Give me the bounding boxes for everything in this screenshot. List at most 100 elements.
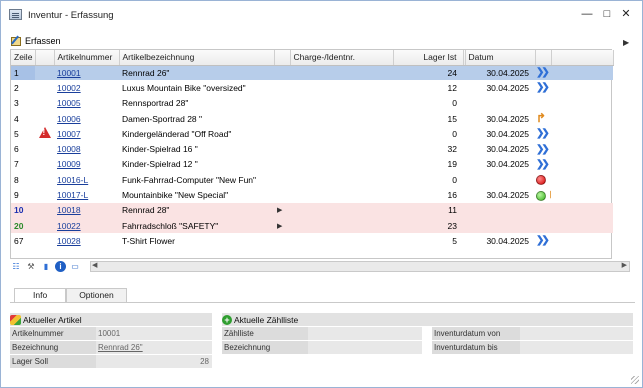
double-arrow-right-icon[interactable]: ❯❯ — [536, 128, 550, 139]
table-row[interactable]: 20 10022 Fahrradschloß "SAFETY" ▶ 23 — [11, 217, 613, 234]
horizontal-scrollbar[interactable]: ◀ ▶ — [90, 261, 630, 272]
artikelnummer-link[interactable]: 10009 — [57, 159, 81, 169]
cell-charge[interactable] — [290, 141, 393, 156]
artikelnummer-link[interactable]: 10005 — [57, 98, 81, 108]
cell-artikelnummer[interactable]: 10007 — [54, 126, 119, 141]
cell-lager-ist[interactable]: 23 — [393, 217, 463, 234]
cell-marker[interactable] — [274, 65, 290, 81]
col-header-artikelnummer[interactable]: Artikelnummer — [54, 50, 120, 66]
cell-marker[interactable] — [274, 233, 290, 248]
cell-artikelnummer[interactable]: 10002 — [54, 80, 119, 95]
table-row[interactable]: 5 10007 Kindergeländerad "Off Road" 0 30.04.… — [11, 126, 613, 141]
table-row[interactable]: 67 10028 T-Shirt Flower 5 30.04.2025 ❯❯ — [11, 233, 613, 248]
field-value-link[interactable]: Rennrad 26" — [96, 341, 212, 354]
double-arrow-right-icon[interactable]: ❯❯ — [536, 235, 550, 246]
table-row[interactable]: 6 10008 Kinder-Spielrad 16 " 32 30.04.2025 ❯❯ — [11, 141, 613, 156]
artikelnummer-link[interactable]: 10006 — [57, 114, 81, 124]
cell-lager-ist[interactable]: 0 — [393, 126, 463, 141]
close-button[interactable]: ✕ — [618, 7, 634, 21]
cell-charge[interactable] — [290, 217, 393, 234]
artikelnummer-link[interactable]: 10018 — [57, 205, 81, 215]
cell-marker[interactable] — [274, 157, 290, 172]
green-status-icon[interactable] — [536, 190, 546, 201]
cell-artikelnummer[interactable]: 10005 — [54, 96, 119, 111]
col-header-artikelbezeichnung[interactable]: Artikelbezeichnung — [119, 50, 275, 66]
field-value[interactable] — [520, 341, 633, 354]
cell-status[interactable] — [535, 202, 551, 218]
cell-marker[interactable] — [274, 187, 290, 202]
cell-lager-ist[interactable]: 11 — [393, 202, 463, 218]
table-row[interactable]: 4 10006 Damen-Sportrad 28 " 15 30.04.2025 ↱ — [11, 111, 613, 126]
cell-artikelnummer[interactable]: 10009 — [54, 157, 119, 172]
cell-artikelnummer[interactable]: 10001 — [54, 65, 119, 81]
table-row[interactable]: 2 10002 Luxus Mountain Bike "oversized" 12 3… — [11, 80, 613, 95]
double-arrow-right-icon[interactable]: ❯❯ — [536, 67, 550, 78]
cell-charge[interactable] — [290, 96, 393, 111]
cell-status[interactable] — [535, 172, 551, 187]
cell-charge[interactable] — [290, 157, 393, 172]
col-header-datum[interactable]: Datum — [465, 50, 536, 66]
scroll-left-icon[interactable]: ◀ — [92, 261, 97, 269]
cell-status[interactable]: ❯❯ — [535, 80, 551, 95]
cell-status[interactable]: ↱ — [535, 187, 551, 202]
col-header-extra[interactable] — [551, 50, 614, 66]
cell-charge[interactable] — [290, 111, 393, 126]
cell-marker[interactable] — [274, 172, 290, 187]
artikelnummer-link[interactable]: 10002 — [57, 83, 81, 93]
artikelnummer-link[interactable]: 10007 — [57, 129, 81, 139]
toolbar-scroll-right-icon[interactable]: ▶ — [623, 38, 629, 47]
cell-marker[interactable] — [274, 141, 290, 156]
scroll-right-icon[interactable]: ▶ — [622, 261, 627, 269]
cell-lager-ist[interactable]: 0 — [393, 96, 463, 111]
cell-artikelnummer[interactable]: 10017-L — [54, 187, 119, 202]
cell-status[interactable]: ❯❯ — [535, 157, 551, 172]
table-row[interactable]: 10 10018 Rennrad 28" ▶ 11 — [11, 202, 613, 218]
cell-lager-ist[interactable]: 24 — [393, 65, 463, 81]
artikelnummer-link[interactable]: 10022 — [57, 221, 81, 231]
cell-marker[interactable] — [274, 111, 290, 126]
table-row[interactable]: 7 10009 Kinder-Spielrad 12 " 19 30.04.2025 ❯❯ — [11, 157, 613, 172]
hammer-icon[interactable]: ⚒ — [25, 261, 37, 272]
minimize-button[interactable]: — — [579, 7, 595, 21]
artikelnummer-link[interactable]: 10016-L — [57, 175, 88, 185]
erfassen-button[interactable]: Erfassen — [10, 35, 61, 46]
maximize-button[interactable]: □ — [599, 7, 615, 21]
cell-marker[interactable]: ▶ — [274, 202, 290, 218]
cell-lager-ist[interactable]: 16 — [393, 187, 463, 202]
cell-charge[interactable] — [290, 65, 393, 81]
double-arrow-right-icon[interactable]: ❯❯ — [536, 159, 550, 170]
cell-status[interactable]: ❯❯ — [535, 141, 551, 156]
return-arrow-icon[interactable]: ↱ — [548, 187, 551, 201]
col-header-charge[interactable]: Charge-/Identnr. — [290, 50, 394, 66]
cell-marker[interactable] — [274, 126, 290, 141]
cell-lager-ist[interactable]: 15 — [393, 111, 463, 126]
cell-lager-ist[interactable]: 0 — [393, 172, 463, 187]
tree-structure-icon[interactable]: ☷ — [10, 261, 22, 272]
artikelnummer-link[interactable]: 10028 — [57, 236, 81, 246]
field-value[interactable] — [308, 341, 422, 354]
tab-info[interactable]: Info — [14, 288, 67, 303]
cell-status[interactable]: ❯❯ — [535, 233, 551, 248]
cell-artikelnummer[interactable]: 10028 — [54, 233, 119, 248]
cell-charge[interactable] — [290, 187, 393, 202]
col-header-icon[interactable] — [535, 50, 552, 66]
cell-charge[interactable] — [290, 202, 393, 218]
table-row[interactable]: 9 10017-L Mountainbike "New Special" 16 30.0… — [11, 187, 613, 202]
artikelnummer-link[interactable]: 10017-L — [57, 190, 88, 200]
table-row[interactable]: 3 10005 Rennsportrad 28" 0 — [11, 96, 613, 111]
cell-lager-ist[interactable]: 32 — [393, 141, 463, 156]
cell-status[interactable] — [535, 96, 551, 111]
delete-bin-icon[interactable]: ▮ — [40, 261, 52, 272]
cell-charge[interactable] — [290, 172, 393, 187]
cell-lager-ist[interactable]: 5 — [393, 233, 463, 248]
cell-status[interactable] — [535, 217, 551, 234]
col-header-lager-ist[interactable]: Lager Ist — [393, 50, 464, 66]
cell-artikelnummer[interactable]: 10006 — [54, 111, 119, 126]
info-icon[interactable]: i — [55, 261, 66, 272]
tab-optionen[interactable]: Optionen — [66, 288, 127, 302]
red-status-icon[interactable] — [536, 175, 546, 186]
col-header-zeile[interactable]: Zeile — [11, 50, 36, 66]
col-header-status[interactable] — [35, 50, 55, 66]
cell-status[interactable]: ❯❯ — [535, 65, 551, 81]
cell-marker[interactable] — [274, 80, 290, 95]
